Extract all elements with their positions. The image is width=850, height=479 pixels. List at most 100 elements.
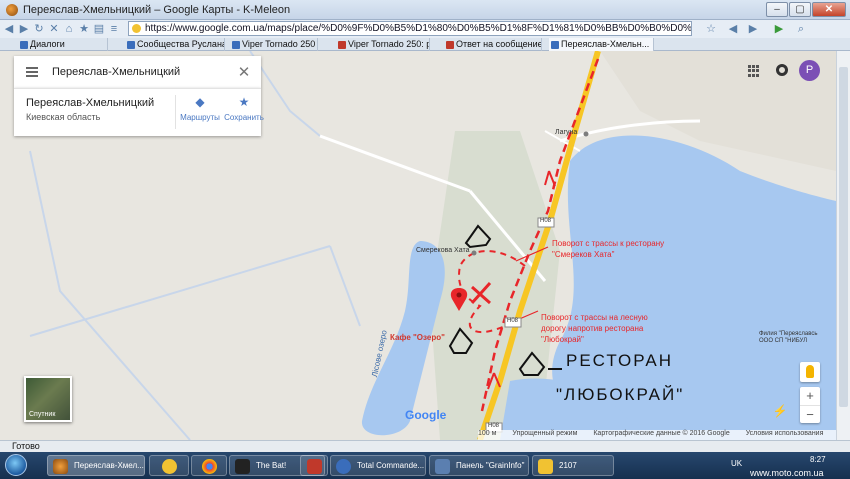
map-label-smerekova: Смерекова Хата: [416, 247, 470, 254]
tab-favicon: [20, 41, 28, 49]
zoom-in-button[interactable]: +: [800, 387, 820, 405]
go-back-circle-icon[interactable]: ◀: [727, 23, 739, 35]
watermark: www.moto.com.ua: [750, 468, 824, 478]
site-icon: [132, 24, 141, 33]
zoom-control: + −: [800, 387, 820, 423]
window-title: Переяслав-Хмельницкий – Google Карты - K…: [23, 3, 291, 16]
annotation-turn-smerekova-1: Поворот с трассы к ресторану: [552, 239, 665, 248]
google-logo: Google: [405, 408, 446, 422]
status-text: Готово: [12, 441, 40, 451]
app-icon: [307, 459, 322, 474]
tab-viper-tornado[interactable]: Viper Tornado 250: [230, 38, 318, 51]
annotation-turn-forest-2: дорогу напротив ресторана: [541, 324, 644, 333]
tab-dialogs[interactable]: Диалоги: [18, 38, 108, 51]
back-icon[interactable]: ◀: [3, 23, 15, 35]
taskbar-item-graininfo[interactable]: Панель "GrainInfo": [429, 455, 529, 476]
tab-communities[interactable]: Сообщества Руслана...: [125, 38, 225, 51]
url-text: https://www.google.com.ua/maps/place/%D0…: [145, 23, 692, 34]
taskbar-item-2[interactable]: [149, 455, 189, 476]
go-icon[interactable]: ▶: [773, 23, 785, 35]
tab-viper-tornado-review[interactable]: Viper Tornado 250: ре...: [336, 38, 430, 51]
window-title-bar: Переяслав-Хмельницкий – Google Карты - K…: [0, 0, 850, 20]
maximize-button[interactable]: ▢: [789, 2, 811, 17]
annotation-turn-forest-1: Поворот с трассы на лесную: [541, 313, 648, 322]
bookmarks-icon[interactable]: ★: [78, 23, 90, 35]
forward-icon[interactable]: ▶: [18, 23, 30, 35]
place-name: Переяслав-Хмельницкий: [26, 97, 155, 109]
compass-icon[interactable]: ⚡: [772, 404, 788, 420]
zoom-out-button[interactable]: −: [800, 405, 820, 423]
taskbar-item-chrome[interactable]: [191, 455, 227, 476]
print-icon[interactable]: ▤: [93, 23, 105, 35]
panel-icon: [435, 459, 450, 474]
map-label-filial-2: ООО СП "НИБУЛ: [759, 338, 808, 344]
go-forward-circle-icon[interactable]: ▶: [747, 23, 759, 35]
settings-icon[interactable]: ≡: [108, 23, 120, 35]
close-window-button[interactable]: ✕: [812, 2, 846, 17]
total-commander-icon: [336, 459, 351, 474]
annotation-turn-forest-3: "Любокрай": [541, 335, 584, 344]
satellite-label: Спутник: [29, 411, 56, 418]
navigation-bar: ◀ ▶ ↻ ✕ ⌂ ★ ▤ ≡ https://www.google.com.u…: [0, 20, 850, 38]
tab-favicon: [338, 41, 346, 49]
chrome-icon: [202, 459, 217, 474]
url-input[interactable]: https://www.google.com.ua/maps/place/%D0…: [128, 21, 692, 36]
star-icon: ★: [238, 95, 250, 109]
road-shield-2: H08: [507, 318, 519, 324]
language-indicator[interactable]: UK: [731, 459, 742, 468]
app-icon: [162, 459, 177, 474]
tab-maps[interactable]: Переяслав-Хмельн...: [549, 38, 654, 51]
road-shield-1: H08: [540, 218, 552, 224]
satellite-toggle[interactable]: Спутник: [24, 376, 72, 422]
taskbar-item-total-commander[interactable]: Total Commande...: [330, 455, 426, 476]
close-icon[interactable]: ✕: [237, 63, 251, 81]
bookmark-star-icon[interactable]: ☆: [705, 23, 717, 35]
reload-icon[interactable]: ↻: [33, 23, 45, 35]
map-label-kafe: Кафе "Озеро": [390, 333, 445, 342]
simplified-mode-link[interactable]: Упрощенный режим: [512, 430, 577, 437]
directions-button[interactable]: ◆ Маршруты: [176, 95, 224, 131]
scrollbar-thumb[interactable]: [839, 67, 848, 407]
menu-icon[interactable]: [26, 67, 38, 77]
save-button[interactable]: ★ Сохранить: [220, 95, 268, 131]
search-box[interactable]: Переяслав-Хмельницкий ✕: [14, 56, 261, 88]
tab-favicon: [232, 41, 240, 49]
place-card: Переяслав-Хмельницкий Киевская область ◆…: [14, 88, 264, 136]
street-view-pegman-icon[interactable]: [800, 362, 820, 382]
map-label-laguna: Лагуна: [555, 129, 578, 136]
home-icon[interactable]: ⌂: [63, 23, 75, 35]
k-meleon-icon: [6, 3, 18, 16]
taskbar-item-browser[interactable]: Переяслав-Хмел...: [47, 455, 145, 476]
handwritten-lubokray: "ЛЮБОКРАЙ": [556, 385, 685, 404]
road-shield-3: H08: [488, 423, 500, 429]
copyright-text: Картографические данные © 2016 Google: [593, 430, 730, 437]
scale-label[interactable]: 100 м: [478, 430, 496, 437]
windows-taskbar: Переяслав-Хмел... The Bat! Total Command…: [0, 452, 850, 479]
taskbar-item-5[interactable]: [300, 455, 328, 476]
map-label-filial-1: Филия "Переяславсь: [759, 331, 818, 337]
handwritten-restaurant: РЕСТОРАН: [566, 351, 674, 370]
map-attribution: 100 м Упрощенный режим Картографические …: [478, 430, 836, 440]
terms-link[interactable]: Условия использования: [746, 430, 824, 437]
minimize-button[interactable]: –: [766, 2, 788, 17]
taskbar-item-folder[interactable]: 2107: [532, 455, 614, 476]
tab-favicon: [127, 41, 135, 49]
start-button[interactable]: [5, 454, 27, 476]
bat-icon: [235, 459, 250, 474]
stop-icon[interactable]: ✕: [48, 23, 60, 35]
page-scrollbar[interactable]: [836, 51, 850, 440]
tab-favicon: [551, 41, 559, 49]
search-engine-icon[interactable]: ⌕: [795, 23, 807, 35]
apps-grid-icon[interactable]: [748, 65, 760, 77]
place-region: Киевская область: [26, 112, 101, 122]
search-input[interactable]: Переяслав-Хмельницкий: [52, 66, 237, 78]
annotation-turn-smerekova-2: "Смереков Хата": [552, 250, 615, 259]
avatar[interactable]: P: [799, 60, 820, 81]
tab-bar: Диалоги Сообщества Руслана... Viper Torn…: [0, 38, 850, 51]
notifications-icon[interactable]: [776, 64, 788, 76]
tab-reply-message[interactable]: Ответ на сообщение ...: [444, 38, 542, 51]
folder-icon: [538, 459, 553, 474]
google-logo-text: Google: [405, 408, 447, 422]
browser-icon: [53, 459, 68, 474]
clock[interactable]: 8:27: [810, 455, 826, 464]
